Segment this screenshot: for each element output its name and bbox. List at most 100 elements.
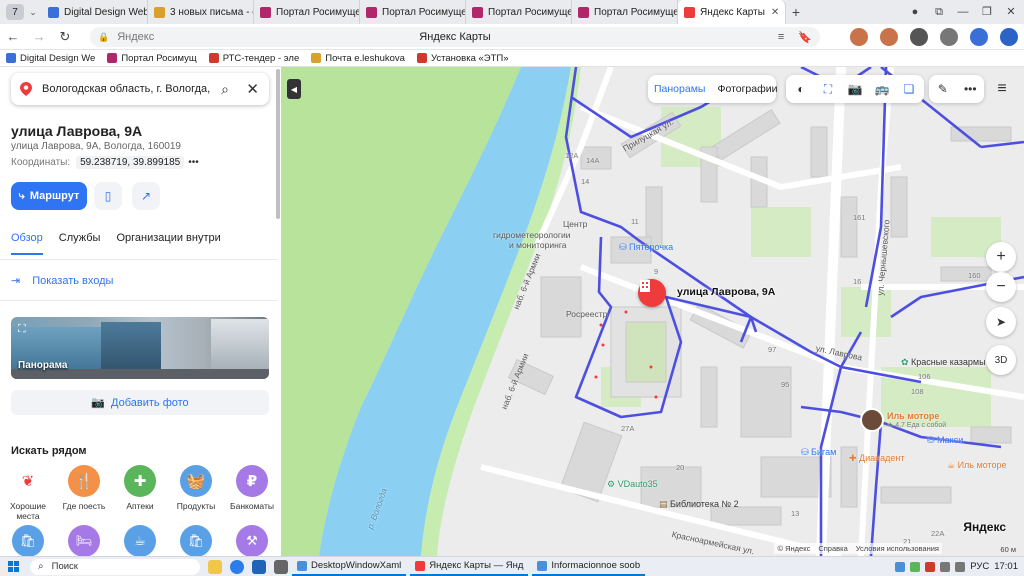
close-icon[interactable]: ✕ (1004, 5, 1018, 19)
nearby-category[interactable]: ✚ Аптеки (115, 465, 165, 511)
menu-lines-icon[interactable]: ≡ (778, 31, 784, 44)
traffic-icon[interactable]: ◐ (790, 78, 812, 100)
terms-link[interactable]: Условия использования (856, 544, 939, 553)
bookmark-item[interactable]: Портал Росимущ (101, 53, 202, 64)
poi-rosreestr[interactable]: Росреестр (566, 309, 607, 319)
zoom-in-button[interactable]: + (986, 242, 1016, 272)
poi-center-label[interactable]: и мониторинга (509, 240, 566, 250)
poi-biblioteka[interactable]: ▤ Библиотека № 2 (659, 499, 739, 510)
browser-tab[interactable]: Портал Росимуще (572, 0, 678, 24)
tab-services[interactable]: Службы (59, 232, 101, 255)
save-bookmark-button[interactable]: ▯ (94, 182, 122, 210)
poi-maksi[interactable]: ⛁ Макси (927, 435, 963, 446)
scrollbar[interactable] (276, 69, 280, 219)
search-box[interactable]: Вологодская область, г. Вологда, ул. Лав… (11, 73, 269, 105)
outlook-icon[interactable] (252, 559, 266, 574)
bookmark-item[interactable]: РТС-тендер - эле (203, 53, 306, 64)
nearby-category[interactable]: 🛏 (68, 525, 100, 556)
browser-tab[interactable]: Яндекс Карты ✕ (678, 0, 786, 24)
poi-dianadent[interactable]: ✚ Дианадент (849, 453, 905, 464)
profile-avatar-icon[interactable] (1000, 28, 1018, 46)
collapse-sidebar-button[interactable]: ◀ (287, 79, 301, 99)
panorama-preview[interactable]: ⛶ Панорама (11, 317, 269, 379)
more-icon[interactable]: ••• (959, 78, 981, 100)
browser-tab[interactable]: Портал Росимуще (254, 0, 360, 24)
taskbar-app[interactable]: Яндекс Карты — Янд (410, 558, 529, 576)
reload-icon[interactable]: ↻ (52, 29, 78, 45)
restore-icon[interactable]: ❐ (980, 5, 994, 19)
browser-tab[interactable]: Портал Росимуще (360, 0, 466, 24)
url-field[interactable]: 🔒 Яндекс Яндекс Карты ≡ 🔖 (90, 27, 820, 47)
wifi-icon[interactable] (940, 561, 951, 572)
map-canvas[interactable]: ◀ Панорамы Фотографии ◐ ⛶ 📷 🚌 ❏ ✎ ••• ≡ … (281, 67, 1024, 556)
poi-il-motore[interactable]: Иль моторе (887, 411, 939, 421)
nearby-category[interactable]: 🧺 Продукты (171, 465, 221, 511)
nearby-category[interactable]: ☕ (124, 525, 156, 556)
tray-icon[interactable] (925, 561, 936, 572)
nearby-category[interactable]: 🛍 (180, 525, 212, 556)
layers-icon[interactable]: ❏ (898, 78, 920, 100)
add-photo-button[interactable]: 📷 Добавить фото (11, 390, 269, 415)
poi-pyaterochka[interactable]: ⛁ Пятёрочка (619, 242, 673, 253)
ruler-icon[interactable]: ✎ (932, 78, 954, 100)
extension-icon[interactable] (880, 28, 898, 46)
photos-tab[interactable]: Фотографии (711, 83, 783, 95)
back-arrow-icon[interactable]: ← (0, 29, 26, 44)
poi-center-label[interactable]: Центр (563, 219, 587, 229)
language-indicator[interactable]: РУС (970, 561, 989, 572)
poi-center-label[interactable]: гидрометеорологии (493, 230, 570, 240)
extension-icon[interactable] (850, 28, 868, 46)
camera-icon[interactable]: 📷 (844, 78, 866, 100)
poi-bigam[interactable]: ⛁ Бигам (801, 447, 836, 458)
panoramas-tab[interactable]: Панорамы (648, 83, 711, 95)
volume-icon[interactable] (955, 561, 966, 572)
collections-icon[interactable]: ⧉ (932, 5, 946, 19)
close-icon[interactable]: ✕ (246, 80, 259, 98)
bookmark-item[interactable]: Почта e.leshukova (305, 53, 411, 64)
coords-more-icon[interactable]: ••• (188, 157, 199, 168)
3d-button[interactable]: 3D (986, 345, 1016, 375)
windows-start-icon[interactable] (4, 560, 22, 573)
search-input[interactable]: Вологодская область, г. Вологда, ул. Лав… (42, 83, 212, 95)
app-icon[interactable] (274, 559, 288, 574)
nearby-category[interactable]: ₽ Банкоматы (227, 465, 277, 511)
place-marker[interactable] (638, 279, 666, 307)
menu-icon[interactable]: ≡ (990, 77, 1014, 101)
panorama-icon[interactable]: ⛶ (817, 78, 839, 100)
bookmark-item[interactable]: Установка «ЭТП» (411, 53, 515, 64)
extension-icon[interactable] (970, 28, 988, 46)
taskbar-search[interactable]: ⌕ Поиск (30, 558, 200, 575)
poi-vdauto[interactable]: ⚙ VDauto35 (607, 479, 658, 490)
browser-tab[interactable]: Портал Росимуще (466, 0, 572, 24)
taskbar-app[interactable]: DesktopWindowXaml (292, 558, 407, 576)
taskbar-app[interactable]: Informacionnoe soob (532, 558, 646, 576)
search-icon[interactable]: ⌕ (221, 81, 229, 98)
poi-krasnye[interactable]: ✿ Красные казармы (901, 357, 986, 368)
clock[interactable]: 17:01 (994, 561, 1018, 572)
nearby-category[interactable]: 🛍 (12, 525, 44, 556)
extension-icon[interactable] (910, 28, 928, 46)
tab-overview[interactable]: Обзор (11, 232, 43, 255)
new-tab-button[interactable]: + (786, 4, 806, 20)
show-entrances-link[interactable]: ⇥ Показать входы (11, 274, 113, 288)
nearby-category[interactable]: ⚒ (236, 525, 268, 556)
nearby-category[interactable]: ❦ Хорошие места (3, 465, 53, 521)
tab-organizations[interactable]: Организации внутри (116, 232, 220, 255)
file-explorer-icon[interactable] (208, 559, 222, 574)
my-location-button[interactable]: ➤ (986, 307, 1016, 337)
chevron-down-icon[interactable]: ⌄ (24, 7, 42, 18)
browser-tab[interactable]: Digital Design Web (42, 0, 148, 24)
profile-icon[interactable]: ● (908, 5, 922, 19)
forward-arrow-icon[interactable]: → (26, 29, 52, 44)
help-link[interactable]: Справка (818, 544, 847, 553)
tray-icon[interactable] (910, 561, 921, 572)
share-button[interactable]: ↗ (132, 182, 160, 210)
coords-value[interactable]: 59.238719, 39.899185 (76, 156, 185, 169)
minimize-icon[interactable]: — (956, 5, 970, 19)
extension-icon[interactable] (940, 28, 958, 46)
route-button[interactable]: ⤷ Маршрут (11, 182, 87, 210)
bookmark-icon[interactable]: 🔖 (798, 31, 812, 44)
tray-icon[interactable] (895, 561, 906, 572)
zoom-out-button[interactable]: − (986, 272, 1016, 302)
nearby-category[interactable]: 🍴 Где поесть (59, 465, 109, 511)
